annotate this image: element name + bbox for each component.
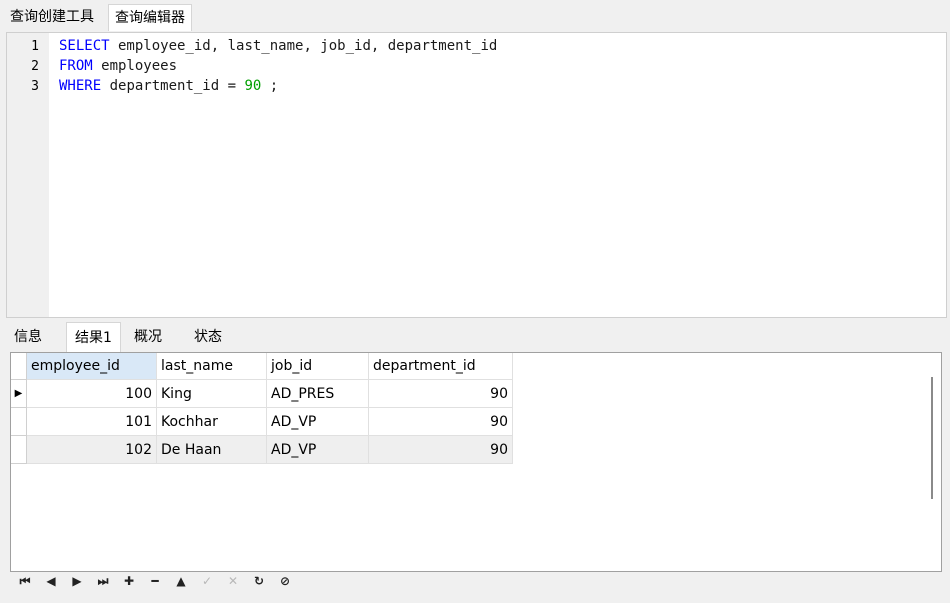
table-cell[interactable]: King bbox=[157, 380, 267, 408]
sql-number: 90 bbox=[244, 78, 262, 94]
sql-editor[interactable]: 1 2 3 SELECT employee_id, last_name, job… bbox=[6, 32, 947, 318]
last-record-icon[interactable]: ⏭ bbox=[94, 572, 112, 590]
add-record-icon[interactable]: ✚ bbox=[120, 572, 138, 590]
column-header-last-name[interactable]: last_name bbox=[157, 353, 267, 380]
apply-changes-icon[interactable]: ✓ bbox=[198, 572, 216, 590]
table-cell[interactable]: 90 bbox=[369, 408, 513, 436]
line-number: 1 bbox=[31, 39, 39, 54]
refresh-icon[interactable]: ↻ bbox=[250, 572, 268, 590]
stop-icon[interactable]: ⊘ bbox=[276, 572, 294, 590]
row-indicator bbox=[11, 408, 27, 436]
code-line: WHERE department_id = 90 ; bbox=[59, 78, 278, 94]
table-cell[interactable]: AD_VP bbox=[267, 408, 369, 436]
tab-query-editor[interactable]: 查询编辑器 bbox=[108, 4, 192, 31]
line-number: 2 bbox=[31, 59, 39, 74]
tab-query-builder[interactable]: 查询创建工具 bbox=[4, 4, 100, 30]
column-header-employee-id[interactable]: employee_id bbox=[27, 353, 157, 380]
sql-keyword: FROM bbox=[59, 58, 93, 74]
sql-text: employees bbox=[92, 58, 178, 74]
column-header-department-id[interactable]: department_id bbox=[369, 353, 513, 380]
line-number-gutter: 1 2 3 bbox=[7, 33, 49, 317]
table-cell[interactable]: 100 bbox=[27, 380, 157, 408]
table-cell[interactable]: De Haan bbox=[157, 436, 267, 464]
first-record-icon[interactable]: ⏮ bbox=[16, 572, 34, 590]
code-line: SELECT employee_id, last_name, job_id, d… bbox=[59, 38, 497, 54]
table-cell[interactable]: 90 bbox=[369, 436, 513, 464]
next-record-icon[interactable]: ▶ bbox=[68, 572, 86, 590]
table-cell[interactable]: AD_PRES bbox=[267, 380, 369, 408]
table-cell[interactable]: 102 bbox=[27, 436, 157, 464]
line-number: 3 bbox=[31, 79, 39, 94]
tab-result-1[interactable]: 结果1 bbox=[66, 322, 121, 353]
top-tab-bar: 查询创建工具 查询编辑器 bbox=[0, 0, 950, 32]
table-cell[interactable]: 101 bbox=[27, 408, 157, 436]
tab-info[interactable]: 信息 bbox=[6, 322, 50, 352]
result-tab-bar: 信息 结果1 概况 状态 bbox=[0, 322, 950, 353]
sql-keyword: SELECT bbox=[59, 38, 110, 54]
column-header-job-id[interactable]: job_id bbox=[267, 353, 369, 380]
row-indicator bbox=[11, 436, 27, 464]
table-cell[interactable]: 90 bbox=[369, 380, 513, 408]
previous-record-icon[interactable]: ◀ bbox=[42, 572, 60, 590]
tab-status[interactable]: 状态 bbox=[186, 322, 230, 352]
sql-text: ; bbox=[261, 78, 279, 94]
row-indicator bbox=[11, 353, 27, 380]
move-up-icon[interactable]: ▲ bbox=[172, 572, 190, 590]
table-cell[interactable]: AD_VP bbox=[267, 436, 369, 464]
current-row-arrow-icon: ▶ bbox=[11, 380, 27, 408]
sql-text: employee_id, last_name, job_id, departme… bbox=[109, 38, 498, 54]
result-grid[interactable]: employee_id last_name job_id department_… bbox=[10, 352, 942, 572]
discard-changes-icon[interactable]: ✕ bbox=[224, 572, 242, 590]
delete-record-icon[interactable]: ━ bbox=[146, 572, 164, 590]
sql-keyword: WHERE bbox=[59, 78, 102, 94]
table-cell[interactable]: Kochhar bbox=[157, 408, 267, 436]
sql-text: department_id = bbox=[101, 78, 245, 94]
vertical-scrollbar[interactable] bbox=[931, 377, 933, 499]
record-navigation-toolbar: ⏮ ◀ ▶ ⏭ ✚ ━ ▲ ✓ ✕ ↻ ⊘ bbox=[10, 570, 940, 592]
tab-profile[interactable]: 概况 bbox=[126, 322, 170, 352]
code-line: FROM employees bbox=[59, 58, 177, 74]
